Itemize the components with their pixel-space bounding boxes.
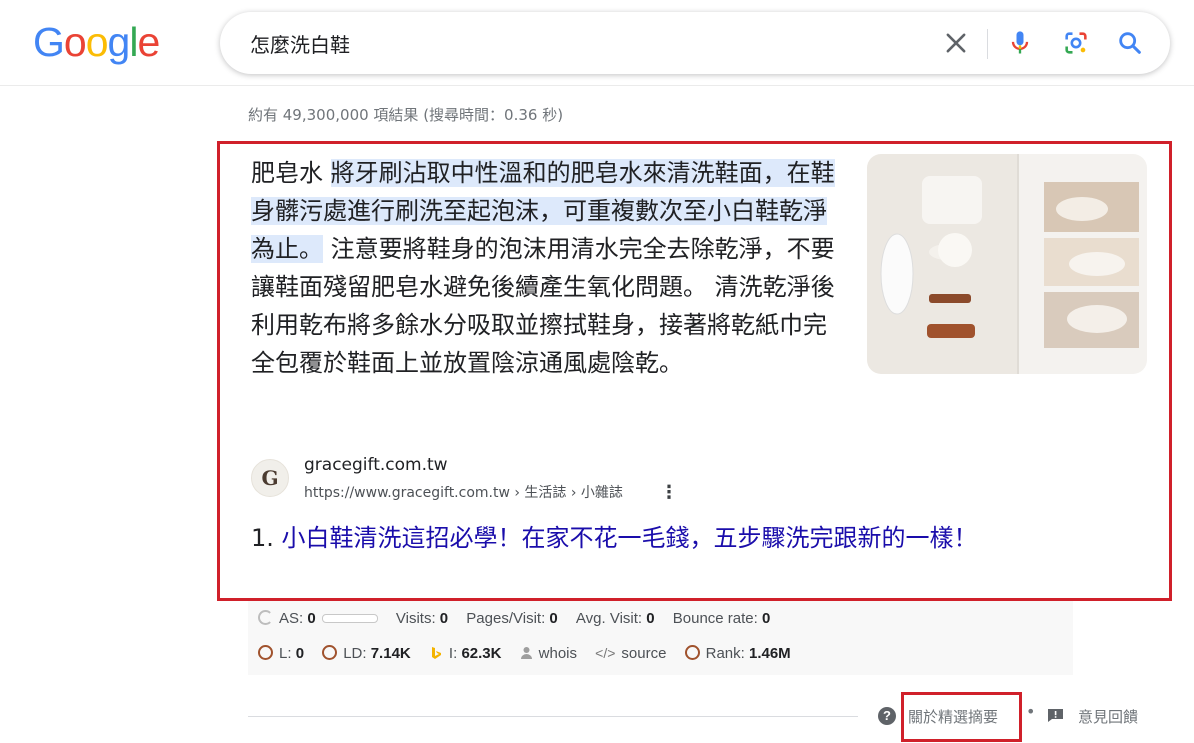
- thumbnail-image: [867, 154, 1147, 374]
- source-favicon[interactable]: G: [251, 459, 289, 497]
- metric-value: 0: [762, 609, 771, 627]
- more-options-icon[interactable]: ⋮: [660, 482, 678, 503]
- source-link[interactable]: </> source: [595, 645, 666, 662]
- avg-visit-metric: Avg. Visit: 0: [576, 610, 655, 627]
- google-logo[interactable]: Google: [33, 19, 160, 65]
- logo-letter: g: [107, 19, 131, 65]
- metric-label: whois: [538, 644, 577, 662]
- rank-metric[interactable]: Rank: 1.46M: [684, 644, 791, 662]
- featured-snippet: 肥皂水 將牙刷沾取中性溫和的肥皂水來清洗鞋面，在鞋身髒污處進行刷洗至起泡沫，可重…: [217, 141, 1172, 601]
- header-divider: [0, 85, 1194, 86]
- search-divider: [987, 29, 988, 59]
- microphone-icon[interactable]: [1006, 29, 1034, 57]
- metric-value: 0: [549, 609, 558, 627]
- logo-letter: o: [63, 19, 87, 65]
- metric-label: Visits:: [395, 609, 436, 627]
- semrush-icon: [258, 644, 273, 660]
- person-icon: [520, 646, 532, 659]
- metric-label: I:: [448, 644, 458, 662]
- loading-icon: [258, 609, 273, 625]
- bing-icon: [431, 646, 441, 659]
- metric-label: LD:: [343, 644, 367, 662]
- metric-value: 7.14K: [370, 644, 411, 662]
- as-metric: AS: 0: [258, 609, 378, 627]
- logo-letter: o: [85, 19, 109, 65]
- metric-value: 62.3K: [461, 644, 502, 662]
- feedback-link[interactable]: 意見回饋: [1078, 706, 1138, 727]
- metric-value: 0: [307, 609, 316, 627]
- answer-link[interactable]: 小白鞋清洗這招必學！在家不花一毛錢，五步驟洗完跟新的一樣！: [282, 524, 978, 552]
- snippet-lead: 肥皂水: [251, 159, 331, 187]
- answer-number: 1.: [251, 524, 274, 552]
- metric-value: 0: [646, 609, 655, 627]
- metric-label: Pages/Visit:: [466, 609, 546, 627]
- bounce-rate-metric: Bounce rate: 0: [673, 610, 771, 627]
- result-stats: 約有 49,300,000 項結果 (搜尋時間：0.36 秒): [248, 106, 564, 124]
- search-input[interactable]: 怎麼洗白鞋: [250, 29, 350, 58]
- metric-label: Bounce rate:: [672, 609, 758, 627]
- semrush-icon: [322, 644, 338, 660]
- footer-divider: [248, 716, 858, 717]
- code-icon: </>: [595, 644, 616, 661]
- snippet-text: 肥皂水 將牙刷沾取中性溫和的肥皂水來清洗鞋面，在鞋身髒污處進行刷洗至起泡沫，可重…: [251, 154, 841, 382]
- about-featured-snippets-link[interactable]: 關於精選摘要: [908, 706, 998, 727]
- snippet-thumbnail[interactable]: [867, 154, 1147, 374]
- feedback-icon[interactable]: [1047, 708, 1064, 723]
- metric-label: L:: [279, 644, 292, 662]
- indexed-pages-metric[interactable]: I: 62.3K: [429, 644, 502, 662]
- logo-letter: G: [33, 19, 65, 65]
- pages-visit-metric: Pages/Visit: 0: [466, 610, 557, 627]
- seo-row-links: L: 0 LD: 7.14K I: 62.3K whois </> source …: [258, 644, 805, 664]
- whois-link[interactable]: whois: [520, 645, 577, 662]
- metric-value: 0: [295, 644, 305, 662]
- clear-icon[interactable]: [942, 29, 970, 57]
- logo-letter: e: [137, 19, 160, 65]
- links-metric[interactable]: L: 0: [258, 644, 305, 662]
- metric-value: 0: [439, 609, 449, 627]
- metric-label: AS:: [279, 609, 304, 627]
- seo-toolbar: AS: 0 Visits: 0 Pages/Visit: 0 Avg. Visi…: [248, 601, 1073, 675]
- source-url[interactable]: https://www.gracegift.com.tw › 生活誌 › 小雜誌: [304, 482, 623, 502]
- snippet-rest: 注意要將鞋身的泡沫用清水完全去除乾淨，不要讓鞋面殘留肥皂水避免後續產生氧化問題。…: [251, 235, 835, 377]
- help-icon[interactable]: ?: [878, 707, 896, 725]
- visits-metric: Visits: 0: [396, 610, 448, 627]
- footer-separator: •: [1026, 702, 1036, 721]
- metric-label: source: [621, 644, 667, 662]
- answer-title: 1. 小白鞋清洗這招必學！在家不花一毛錢，五步驟洗完跟新的一樣！: [251, 521, 1041, 555]
- source-site-name[interactable]: gracegift.com.tw: [304, 455, 448, 475]
- metric-value: 1.46M: [748, 644, 791, 662]
- search-icon[interactable]: [1116, 29, 1144, 57]
- seo-row-traffic: AS: 0 Visits: 0 Pages/Visit: 0 Avg. Visi…: [258, 609, 784, 629]
- lens-camera-icon[interactable]: [1062, 29, 1090, 57]
- metric-label: Rank:: [705, 644, 745, 662]
- linking-domains-metric[interactable]: LD: 7.14K: [322, 644, 411, 662]
- search-bar: 怎麼洗白鞋: [220, 12, 1170, 74]
- as-progress-bar: [321, 614, 378, 624]
- metric-label: Avg. Visit:: [575, 609, 643, 627]
- semrush-icon: [684, 644, 700, 660]
